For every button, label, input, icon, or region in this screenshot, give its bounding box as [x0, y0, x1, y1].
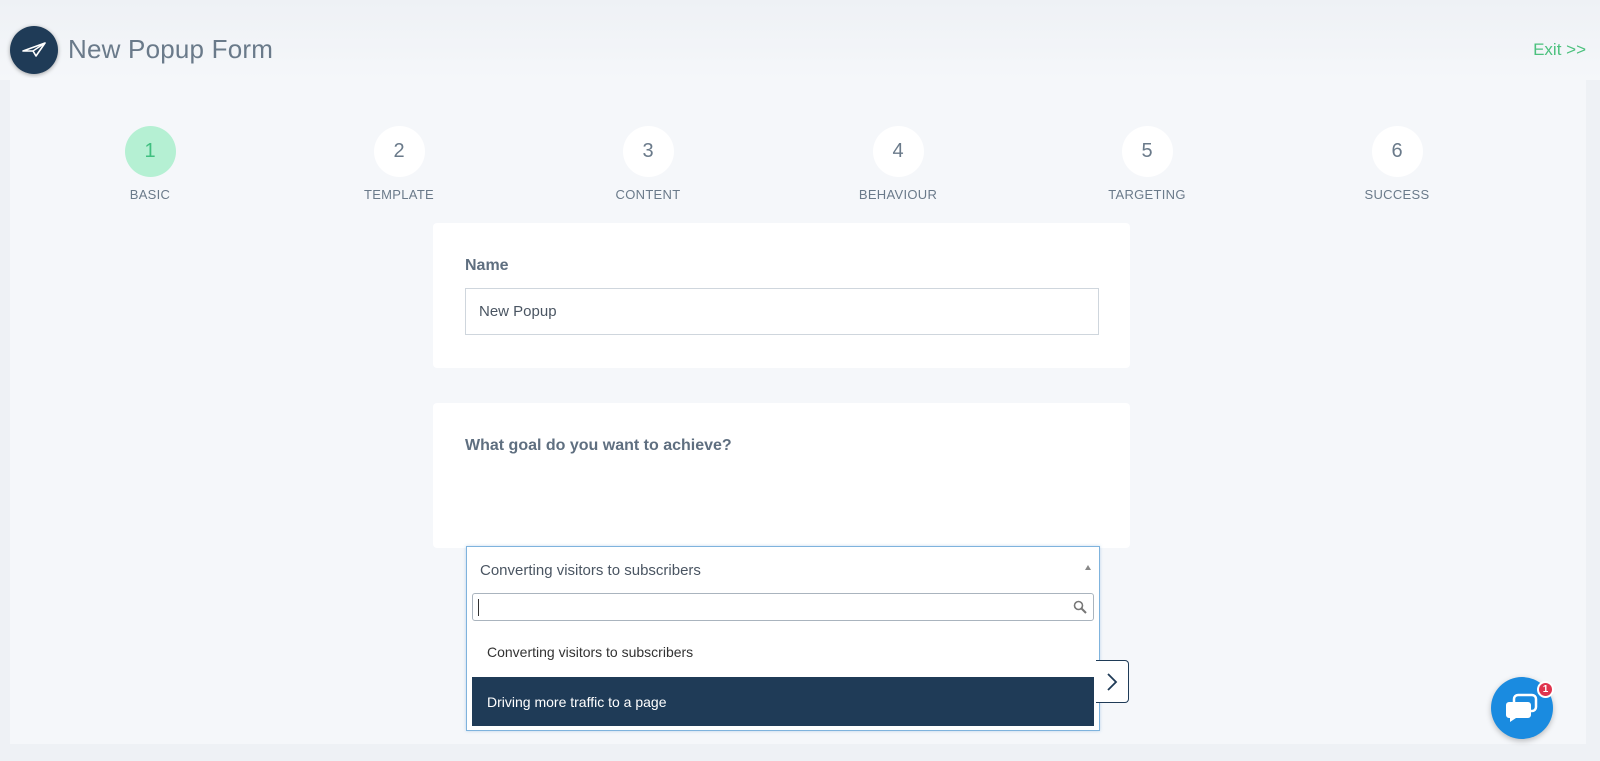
stepper: 1 BASIC 2 TEMPLATE 3 CONTENT 4 BEHAVIOUR…	[10, 126, 1586, 216]
text-cursor	[478, 599, 479, 616]
page-title: New Popup Form	[68, 34, 274, 64]
step-targeting[interactable]: 5 TARGETING	[1077, 126, 1217, 202]
name-input[interactable]: New Popup	[465, 288, 1099, 335]
top-bar: New Popup Form Exit >>	[0, 0, 1600, 80]
chat-bubble-icon	[1506, 693, 1538, 722]
goal-search-input[interactable]	[472, 593, 1094, 621]
step-number: 6	[1371, 126, 1423, 177]
goal-option[interactable]: Converting visitors to subscribers	[472, 627, 1094, 676]
step-label: BASIC	[129, 187, 171, 202]
step-number: 5	[1121, 126, 1173, 177]
name-card: Name New Popup	[433, 223, 1130, 368]
step-content[interactable]: 3 CONTENT	[578, 126, 718, 202]
goal-select[interactable]: Converting visitors to subscribers Conve…	[466, 546, 1100, 731]
logo[interactable]	[10, 26, 58, 74]
paper-plane-icon	[22, 42, 46, 57]
next-button[interactable]	[1096, 660, 1129, 703]
step-basic[interactable]: 1 BASIC	[80, 126, 220, 202]
goal-selected-value[interactable]: Converting visitors to subscribers	[467, 547, 1099, 593]
goal-card: What goal do you want to achieve?	[433, 403, 1130, 548]
exit-link[interactable]: Exit >>	[1533, 40, 1586, 60]
step-behaviour[interactable]: 4 BEHAVIOUR	[828, 126, 968, 202]
step-label: TEMPLATE	[363, 187, 435, 202]
goal-option-highlighted[interactable]: Driving more traffic to a page	[472, 677, 1094, 726]
chevron-right-icon	[1107, 672, 1118, 691]
search-icon	[1073, 600, 1087, 614]
goal-label: What goal do you want to achieve?	[465, 437, 732, 454]
caret-up-icon	[1085, 565, 1091, 570]
step-label: CONTENT	[615, 187, 681, 202]
step-number: 1	[124, 126, 176, 177]
step-label: SUCCESS	[1364, 187, 1430, 202]
step-number: 3	[622, 126, 674, 177]
step-success[interactable]: 6 SUCCESS	[1327, 126, 1467, 202]
step-number: 2	[373, 126, 425, 177]
step-label: BEHAVIOUR	[858, 187, 938, 202]
step-label: TARGETING	[1108, 187, 1186, 202]
notification-badge: 1	[1537, 681, 1554, 698]
step-number: 4	[872, 126, 924, 177]
step-template[interactable]: 2 TEMPLATE	[329, 126, 469, 202]
name-label: Name	[465, 257, 509, 274]
